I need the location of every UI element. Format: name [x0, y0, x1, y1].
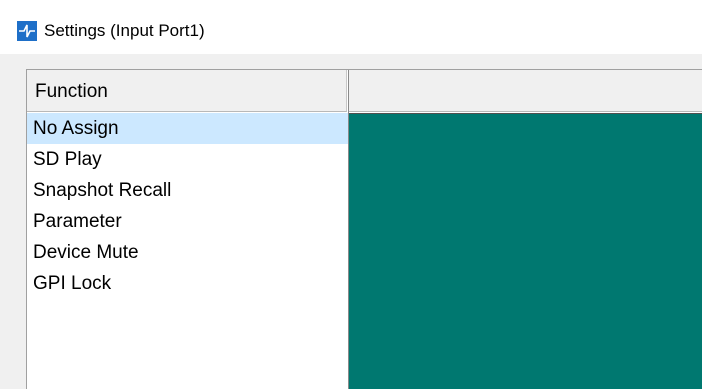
list-item-no-assign[interactable]: No Assign	[27, 113, 348, 144]
function-list-panel: Function No Assign SD Play Snapshot Reca…	[27, 70, 349, 389]
list-item-gpi-lock[interactable]: GPI Lock	[27, 268, 348, 299]
settings-content: Function No Assign SD Play Snapshot Reca…	[26, 69, 702, 389]
function-list: No Assign SD Play Snapshot Recall Parame…	[27, 113, 348, 299]
detail-panel	[349, 113, 702, 389]
title-bar: Settings (Input Port1)	[0, 0, 702, 54]
list-item-device-mute[interactable]: Device Mute	[27, 237, 348, 268]
list-item-sd-play[interactable]: SD Play	[27, 144, 348, 175]
window-title: Settings (Input Port1)	[44, 21, 205, 40]
function-column-header-label: Function	[35, 81, 108, 102]
function-column-header[interactable]: Function	[27, 70, 347, 112]
detail-column-header	[349, 70, 702, 112]
list-item-snapshot-recall[interactable]: Snapshot Recall	[27, 175, 348, 206]
app-logo-icon	[17, 21, 37, 41]
list-item-parameter[interactable]: Parameter	[27, 206, 348, 237]
settings-window: Settings (Input Port1) Function No Assig…	[0, 0, 702, 389]
